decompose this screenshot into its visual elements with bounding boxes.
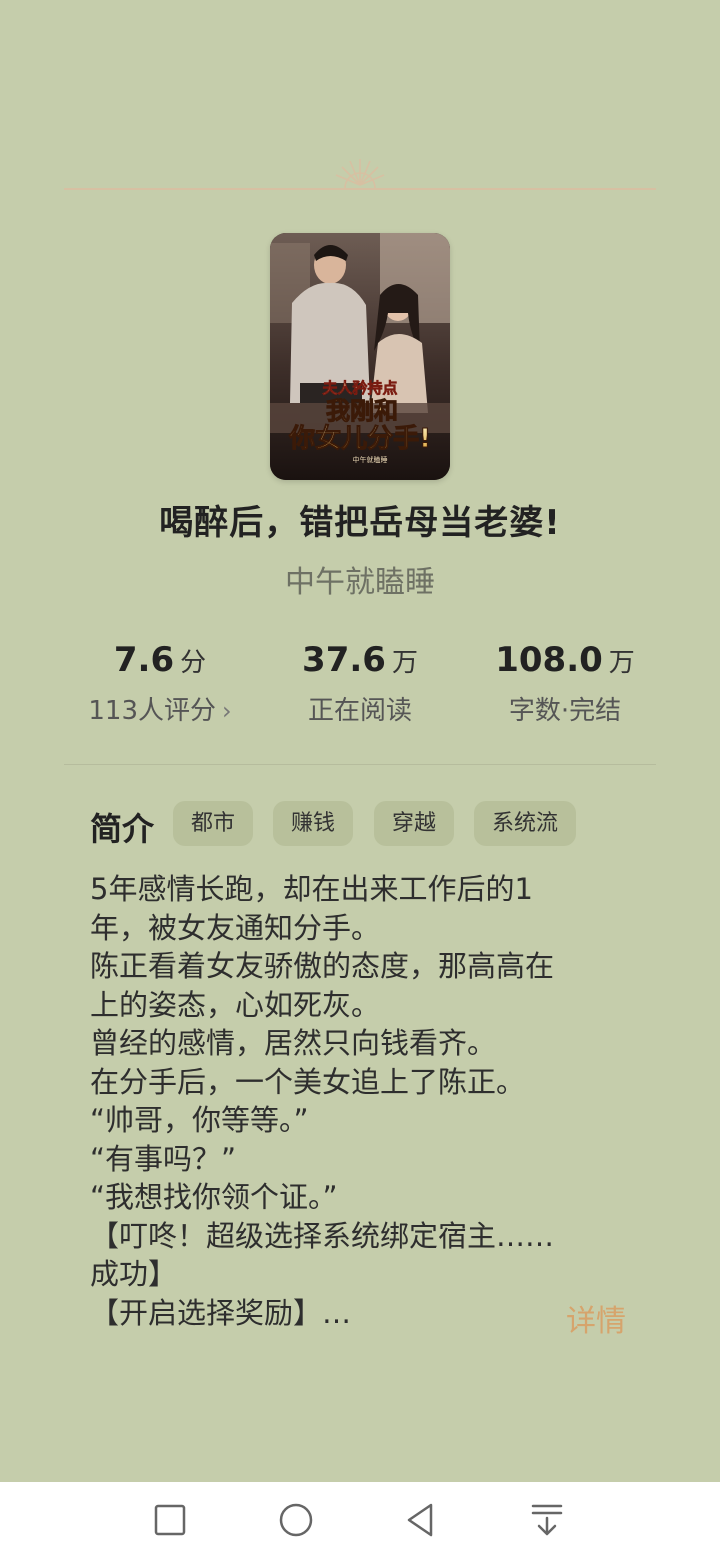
description-line: “帅哥，你等等。” (90, 1103, 309, 1137)
section-divider (64, 764, 656, 765)
tag-chip[interactable]: 穿越 (374, 801, 455, 846)
cover-author: 中午就瞌睡 (353, 455, 388, 464)
tag-chip[interactable]: 系统流 (474, 801, 577, 846)
rating-value: 7.6 (113, 640, 175, 680)
description-line: 陈正看着女友骄傲的态度，那高高在 (90, 949, 555, 983)
download-icon[interactable] (527, 1500, 567, 1540)
wordcount-value: 108.0 (495, 640, 603, 680)
rating-stat[interactable]: 7.6 分 113人评分 › (80, 640, 240, 727)
description-line: 5年感情长跑，却在出来工作后的1 (90, 872, 533, 906)
triangle-back-icon[interactable] (401, 1500, 441, 1540)
wordcount-unit: 万 (608, 648, 635, 678)
square-icon[interactable] (150, 1500, 190, 1540)
description-line: 【开启选择奖励】… (90, 1295, 352, 1330)
wordcount-label: 字数·完结 (508, 696, 622, 726)
wordcount-stat: 108.0 万 字数·完结 (495, 640, 635, 727)
description-line: “有事吗？” (90, 1141, 237, 1176)
book-author[interactable]: 中午就瞌睡 (0, 557, 720, 601)
readers-label: 正在阅读 (307, 696, 412, 726)
readers-unit: 万 (391, 648, 418, 678)
circle-icon[interactable] (276, 1500, 316, 1540)
rating-count-label: 113人评分 (88, 696, 217, 726)
readers-stat: 37.6 万 正在阅读 (290, 640, 430, 727)
tag-chip[interactable]: 赚钱 (273, 801, 354, 846)
description-line: 在分手后，一个美女追上了陈正。 (90, 1064, 526, 1099)
description-line: “我想找你领个证。” (90, 1180, 338, 1214)
book-description: 5年感情长跑，却在出来工作后的1 年，被女友通知分手。 陈正看着女友骄傲的态度，… (90, 870, 610, 1332)
description-line: 【叮咚！超级选择系统绑定宿主…… (90, 1218, 555, 1253)
book-cover[interactable]: 夫人矜持点 我刚和 你女儿分手! 中午就瞌睡 (270, 233, 450, 480)
intro-heading: 简介 (90, 810, 155, 848)
book-detail-page: 夫人矜持点 我刚和 你女儿分手! 中午就瞌睡 喝醉后，错把岳母当老婆! 中午就瞌… (0, 0, 720, 1482)
readers-value: 37.6 (302, 640, 386, 680)
description-line: 曾经的感情，居然只向钱看齐。 (90, 1026, 497, 1060)
system-navigation-bar (0, 1482, 720, 1560)
tag-chip[interactable]: 都市 (173, 801, 254, 846)
description-line: 上的姿态，心如死灰。 (90, 987, 381, 1022)
description-line: 年，被女友通知分手。 (90, 910, 381, 945)
details-link[interactable]: 详情 (566, 1296, 626, 1340)
cover-series-line: 夫人矜持点 (322, 379, 397, 397)
chevron-right-icon: › (222, 697, 232, 725)
description-line: 成功】 (90, 1257, 178, 1291)
top-divider (64, 188, 656, 190)
rating-unit: 分 (180, 648, 207, 678)
book-title: 喝醉后，错把岳母当老婆! (159, 503, 561, 543)
cover-title-line2: 你女儿分手! (288, 423, 431, 454)
cover-title-line1: 我刚和 (326, 397, 398, 425)
